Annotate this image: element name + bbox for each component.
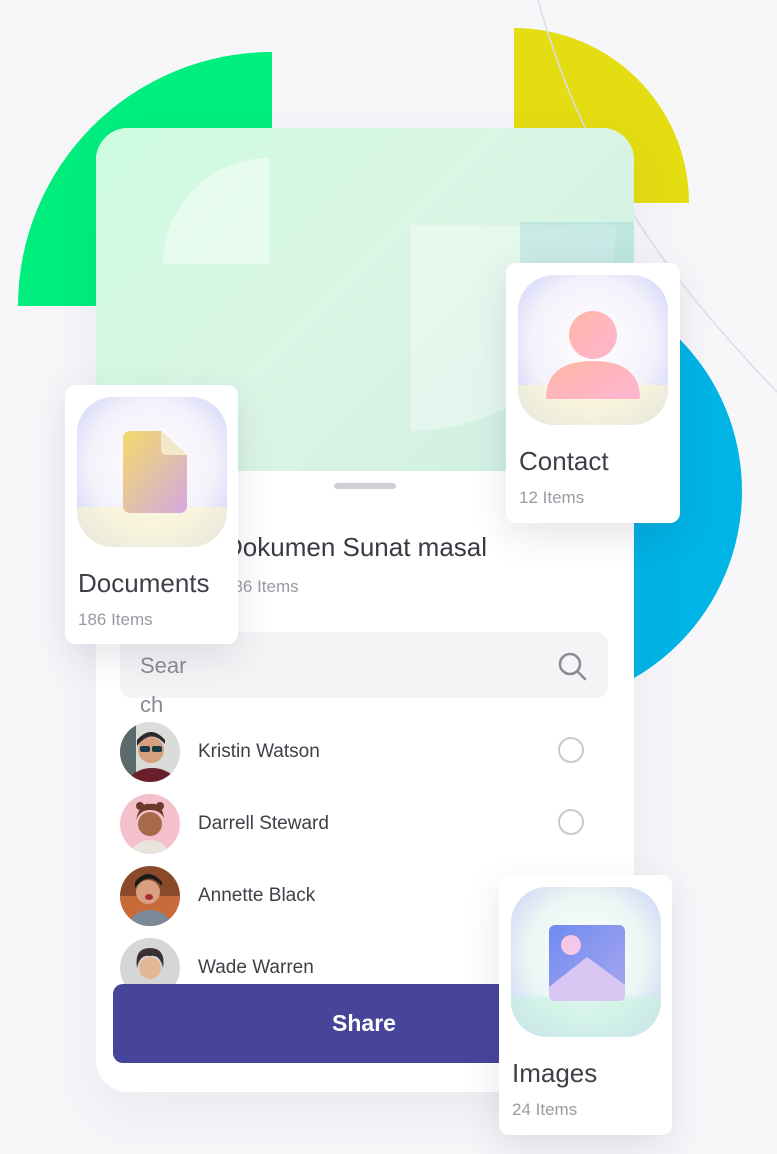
documents-icon-box xyxy=(77,397,227,547)
folder-title: Dokumen Sunat masal xyxy=(224,532,488,562)
images-icon-box xyxy=(511,887,661,1037)
avatar-annette-black xyxy=(120,866,180,926)
contact-card[interactable]: Contact 12 Items xyxy=(506,263,680,523)
card-title: Documents xyxy=(78,568,210,598)
contact-name: Wade Warren xyxy=(198,957,314,978)
contact-name: Darrell Steward xyxy=(198,813,329,834)
select-radio[interactable] xyxy=(558,737,584,763)
contact-name: Kristin Watson xyxy=(198,741,320,762)
search-input[interactable] xyxy=(140,646,188,722)
search-icon[interactable] xyxy=(556,650,588,682)
card-title: Contact xyxy=(519,446,609,476)
contact-row[interactable]: Darrell Steward xyxy=(120,794,610,854)
image-icon xyxy=(549,925,625,1001)
contact-name: Annette Black xyxy=(198,885,316,906)
documents-card[interactable]: Documents 186 Items xyxy=(65,385,238,644)
select-radio[interactable] xyxy=(558,809,584,835)
contact-icon-box xyxy=(518,275,668,425)
card-title: Images xyxy=(512,1058,598,1088)
card-item-count: 24 Items xyxy=(512,1100,578,1119)
card-item-count: 186 Items xyxy=(78,610,153,629)
contact-row[interactable]: Kristin Watson xyxy=(120,722,610,782)
avatar-darrell-steward xyxy=(120,794,180,854)
images-card[interactable]: Images 24 Items xyxy=(499,875,672,1135)
cover-decoration xyxy=(163,158,269,264)
card-item-count: 12 Items xyxy=(519,488,585,507)
avatar-kristin-watson xyxy=(120,722,180,782)
sheet-drag-handle[interactable] xyxy=(334,483,396,489)
